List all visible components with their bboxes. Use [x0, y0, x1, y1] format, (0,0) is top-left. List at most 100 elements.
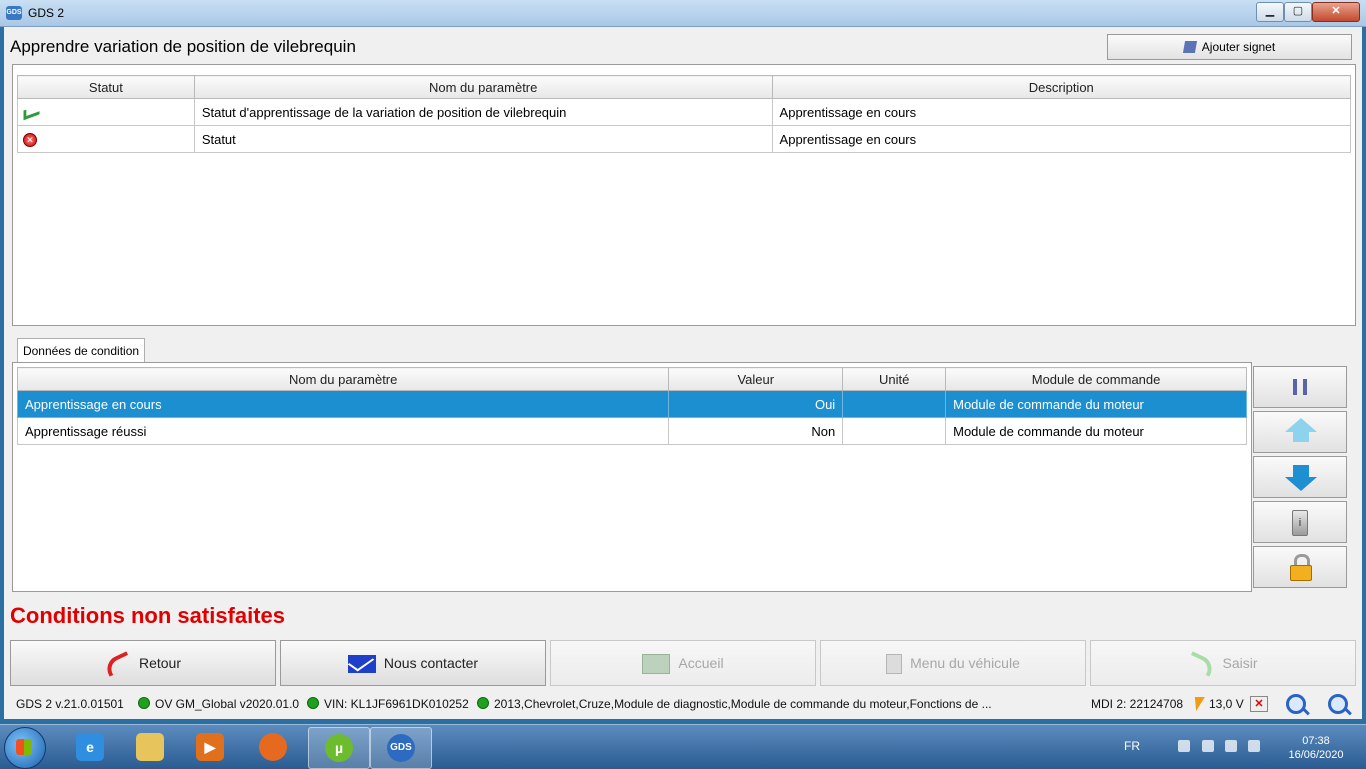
column-header-statut[interactable]: Statut [17, 75, 195, 99]
taskbar-ie[interactable]: e [60, 727, 120, 767]
contact-label: Nous contacter [383, 655, 479, 671]
description-cell: Apprentissage en cours [771, 125, 1352, 153]
home-icon [642, 654, 671, 675]
explorer-icon [136, 733, 164, 761]
scroll-down-button[interactable] [1253, 456, 1347, 498]
column-header-module[interactable]: Module de commande [945, 367, 1247, 391]
conditions-message: Conditions non satisfaites [10, 603, 286, 628]
status-cell [17, 98, 195, 126]
taskbar-media-player[interactable]: ▶ [180, 727, 240, 767]
clock-time: 07:38 [1302, 735, 1330, 747]
home-button[interactable]: Accueil [550, 640, 816, 686]
gds-icon: GDS [387, 734, 415, 762]
parameter-name-cell: Statut d'apprentissage de la variation d… [193, 98, 773, 126]
zoom-out-icon[interactable] [1286, 694, 1306, 714]
taskbar-firefox[interactable] [243, 727, 303, 767]
utorrent-icon: µ [325, 734, 353, 762]
bookmark-icon [1182, 41, 1197, 53]
taskbar-gds[interactable]: GDS [370, 727, 432, 769]
column-header-nom-parametre[interactable]: Nom du paramètre [16, 367, 670, 391]
vin-text: VIN: KL1JF6961DK010252 [324, 697, 469, 711]
windows-taskbar: e ▶ µ GDS FR 07:38 16/06/2020 [0, 724, 1366, 769]
zoom-in-icon[interactable] [1328, 694, 1348, 714]
arrow-up-icon [1285, 418, 1317, 432]
condition-table-panel: Nom du paramètre Valeur Unité Module de … [12, 362, 1252, 592]
window-title: GDS 2 [28, 6, 65, 20]
status-dot-icon [477, 697, 489, 709]
vehicle-text: 2013,Chevrolet,Cruze,Module de diagnosti… [494, 697, 992, 711]
status-dot-icon [138, 697, 150, 709]
column-header-description[interactable]: Description [771, 75, 1352, 99]
tray-flag-icon[interactable] [1178, 740, 1190, 752]
ov-text: OV GM_Global v2020.01.0 [155, 697, 300, 711]
windows-logo-icon [16, 739, 32, 755]
info-icon: i [1292, 510, 1308, 536]
status-table-panel: Statut Nom du paramètre Description Stat… [12, 64, 1356, 326]
parameter-name-cell: Apprentissage en cours [16, 390, 670, 418]
capture-button[interactable]: Saisir [1090, 640, 1356, 686]
maximize-button[interactable]: ▢ [1284, 2, 1312, 22]
clock-date: 16/06/2020 [1288, 749, 1344, 761]
page-title: Apprendre variation de position de vileb… [10, 37, 356, 56]
vehicle-menu-button[interactable]: Menu du véhicule [820, 640, 1086, 686]
parameter-name-cell: Apprentissage réussi [16, 417, 670, 445]
contact-button[interactable]: Nous contacter [280, 640, 546, 686]
status-cell: ✕ [17, 125, 195, 153]
back-button[interactable]: Retour [10, 640, 276, 686]
minimize-button[interactable]: ▁ [1256, 2, 1284, 22]
lightning-icon [1191, 697, 1205, 711]
back-label: Retour [138, 655, 182, 671]
taskbar-explorer[interactable] [120, 727, 180, 767]
mdi-text: MDI 2: 22124708 [1091, 697, 1184, 711]
envelope-icon [347, 655, 376, 674]
lock-button[interactable] [1253, 546, 1347, 588]
green-check-icon [23, 104, 40, 120]
column-header-unite[interactable]: Unité [842, 367, 947, 391]
unit-cell [842, 390, 947, 418]
capture-label: Saisir [1222, 655, 1258, 671]
menu-document-icon [886, 654, 903, 675]
gds-app-icon: GDS [6, 6, 22, 20]
media-player-icon: ▶ [196, 733, 224, 761]
ie-icon: e [76, 733, 104, 761]
table-row[interactable]: Apprentissage en cours Oui Module de com… [16, 390, 1247, 418]
signal-icon[interactable] [1225, 740, 1237, 752]
clock[interactable]: 07:38 16/06/2020 [1286, 734, 1346, 762]
pause-icon [1303, 379, 1307, 395]
table-row[interactable]: Apprentissage réussi Non Module de comma… [16, 417, 1247, 445]
description-cell: Apprentissage en cours [771, 98, 1352, 126]
language-indicator[interactable]: FR [1124, 739, 1140, 753]
pause-button[interactable] [1253, 366, 1347, 408]
back-arrow-icon [102, 651, 134, 678]
scroll-up-button[interactable] [1253, 411, 1347, 453]
unit-cell [842, 417, 947, 445]
tab-donnees-condition[interactable]: Données de condition [17, 338, 145, 363]
pause-icon [1293, 379, 1297, 395]
voltage-status: 13,0 V [1191, 692, 1244, 716]
voltage-text: 13,0 V [1209, 697, 1244, 711]
main-window: Apprendre variation de position de vileb… [4, 27, 1362, 719]
taskbar-utorrent[interactable]: µ [308, 727, 370, 769]
value-cell: Oui [668, 390, 844, 418]
forward-arrow-icon [1186, 651, 1217, 678]
close-button[interactable]: ✕ [1312, 2, 1360, 22]
status-dot-icon [307, 697, 319, 709]
table-row[interactable]: Statut d'apprentissage de la variation d… [17, 98, 1352, 126]
title-bar: GDS GDS 2 ▁ ▢ ✕ [0, 0, 1366, 27]
column-header-nom-parametre[interactable]: Nom du paramètre [193, 75, 773, 99]
home-label: Accueil [678, 655, 724, 671]
start-button[interactable] [4, 727, 46, 769]
value-cell: Non [668, 417, 844, 445]
battery-icon[interactable] [1202, 740, 1214, 752]
volume-icon[interactable] [1248, 740, 1260, 752]
info-button[interactable]: i [1253, 501, 1347, 543]
add-bookmark-label: Ajouter signet [1201, 40, 1276, 54]
add-bookmark-button[interactable]: Ajouter signet [1107, 34, 1352, 60]
vin-status: VIN: KL1JF6961DK010252 [307, 692, 469, 716]
arrow-down-icon [1285, 477, 1317, 491]
condition-table: Nom du paramètre Valeur Unité Module de … [16, 367, 1247, 445]
column-header-valeur[interactable]: Valeur [668, 367, 844, 391]
mdi-disconnect-icon[interactable]: ✕ [1250, 696, 1268, 712]
table-row[interactable]: ✕ Statut Apprentissage en cours [17, 125, 1352, 153]
parameter-name-cell: Statut [193, 125, 773, 153]
